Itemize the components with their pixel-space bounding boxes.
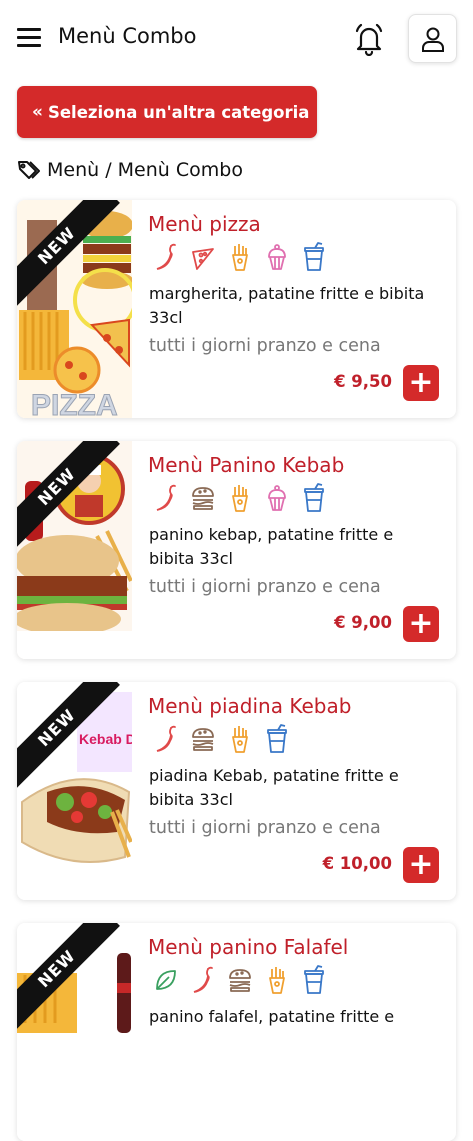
menu-item-availability: tutti i giorni pranzo e cena xyxy=(149,818,381,838)
user-account-button[interactable] xyxy=(408,14,457,63)
menu-item-card[interactable]: PIZZA NEW Menù pizza margherita, patatin… xyxy=(17,200,456,418)
cupcake-icon xyxy=(268,244,286,270)
tags-icon xyxy=(18,161,40,179)
menu-item-card[interactable]: NEW Menù Panino Kebab panino kebap, pata… xyxy=(17,441,456,659)
select-other-category-label: Seleziona un'altra categoria xyxy=(47,102,310,122)
fries-icon xyxy=(232,244,248,271)
menu-item-card[interactable]: Kebab Döne NEW Menù piadina Kebab piadin… xyxy=(17,682,456,900)
menu-item-title[interactable]: Menù panino Falafel xyxy=(148,935,348,959)
add-to-cart-button[interactable]: + xyxy=(403,606,439,642)
chili-icon xyxy=(156,484,176,511)
drink-icon xyxy=(304,242,324,271)
allergen-icons xyxy=(153,242,327,272)
menu-item-description: piadina Kebab, patatine fritte e bibita … xyxy=(149,766,399,809)
leaf-icon xyxy=(156,970,176,990)
menu-item-image: NEW xyxy=(17,441,132,659)
cupcake-icon xyxy=(268,485,286,511)
fries-icon xyxy=(269,967,285,994)
fries-icon xyxy=(232,485,248,512)
chili-icon xyxy=(156,243,176,270)
pizza-icon xyxy=(192,248,214,270)
burger-icon xyxy=(192,728,214,751)
chili-icon xyxy=(156,725,176,752)
burger-icon xyxy=(229,969,251,992)
menu-item-card[interactable]: NEW Menù panino Falafel panino falafel, … xyxy=(17,923,456,1141)
user-icon xyxy=(421,27,444,52)
top-bar: Menù Combo xyxy=(0,0,473,78)
menu-item-price: € 10,00 xyxy=(322,854,392,873)
fries-icon xyxy=(232,726,248,753)
chili-icon xyxy=(193,966,213,993)
kebab-image-caption: Kebab Döne xyxy=(79,731,132,747)
allergen-icons xyxy=(153,483,327,513)
menu-item-description: panino kebap, patatine fritte e bibita 3… xyxy=(149,525,394,568)
allergen-icons xyxy=(153,724,290,754)
menu-item-availability: tutti i giorni pranzo e cena xyxy=(149,336,381,356)
bell-icon[interactable] xyxy=(353,22,385,57)
double-chevron-left-icon: « xyxy=(32,102,43,122)
menu-item-description: margherita, patatine fritte e bibita 33c… xyxy=(149,284,425,327)
menu-item-description: panino falafel, patatine fritte e xyxy=(149,1007,395,1026)
drink-icon xyxy=(304,965,324,994)
menu-item-title[interactable]: Menù Panino Kebab xyxy=(148,453,344,477)
menu-item-title[interactable]: Menù piadina Kebab xyxy=(148,694,351,718)
menu-item-image: Kebab Döne NEW xyxy=(17,682,132,900)
menu-item-price: € 9,50 xyxy=(334,372,392,391)
menu-item-image: PIZZA NEW xyxy=(17,200,132,418)
drink-icon xyxy=(304,483,324,512)
menu-icon[interactable] xyxy=(17,28,41,48)
select-other-category-button[interactable]: « Seleziona un'altra categoria xyxy=(17,86,317,138)
page-title: Menù Combo xyxy=(58,24,197,48)
add-to-cart-button[interactable]: + xyxy=(403,847,439,883)
drink-icon xyxy=(267,724,287,753)
allergen-icons xyxy=(153,965,327,995)
menu-item-availability: tutti i giorni pranzo e cena xyxy=(149,577,381,597)
breadcrumb-text: Menù / Menù Combo xyxy=(47,159,243,181)
burger-icon xyxy=(192,487,214,510)
menu-item-price: € 9,00 xyxy=(334,613,392,632)
breadcrumb: Menù / Menù Combo xyxy=(17,156,243,184)
pizza-image-caption: PIZZA xyxy=(31,389,118,418)
menu-item-title[interactable]: Menù pizza xyxy=(148,212,261,236)
menu-item-image: NEW xyxy=(17,923,132,1141)
add-to-cart-button[interactable]: + xyxy=(403,365,439,401)
